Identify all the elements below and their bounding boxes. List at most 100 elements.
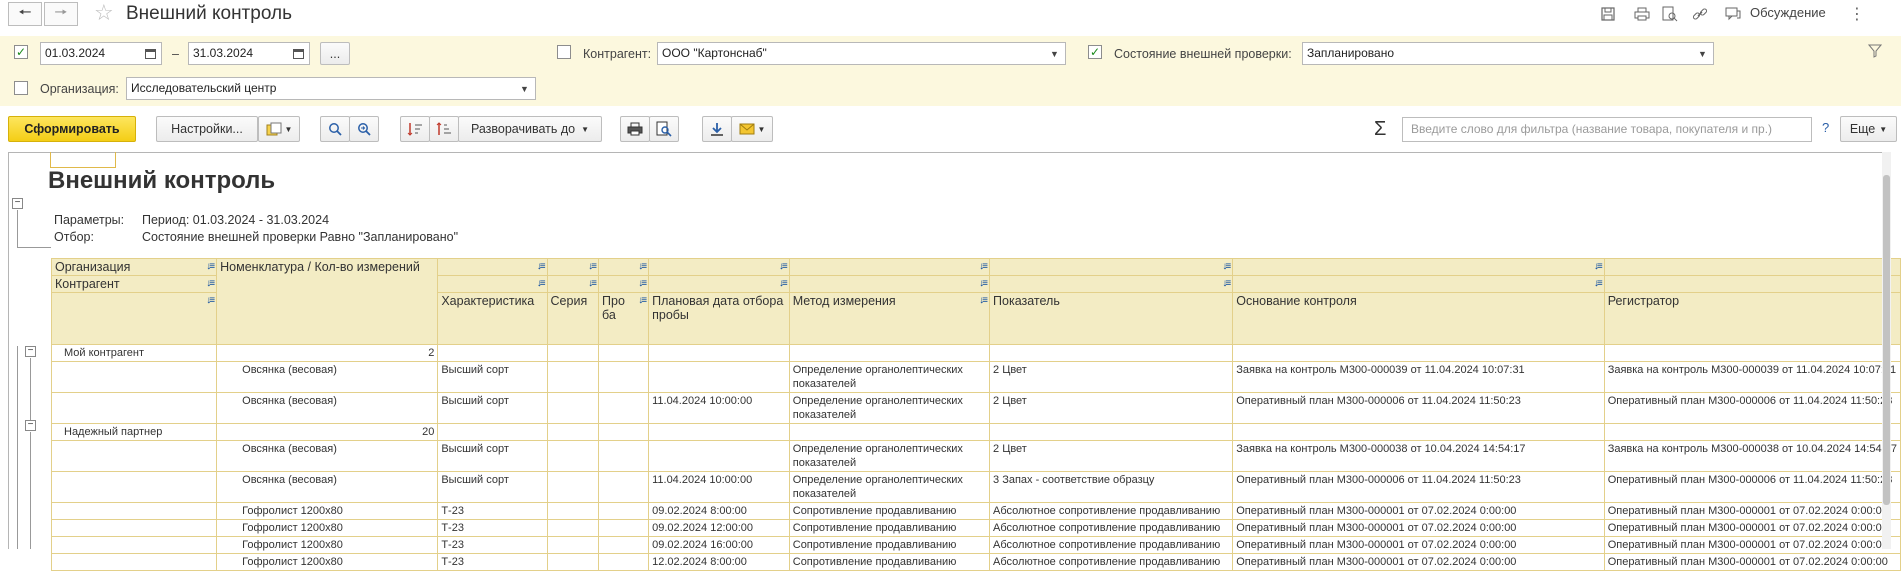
report-filter-input[interactable]: Введите слово для фильтра (название това… — [1402, 117, 1812, 142]
sort-asc-button[interactable] — [400, 116, 430, 142]
header-empty-cell: ↓≡ — [989, 275, 1234, 293]
period-from-field[interactable]: 01.03.2024 — [40, 42, 142, 65]
sort-icon: ↓≡ — [979, 278, 988, 289]
group-toggle[interactable]: − — [25, 420, 36, 431]
print-button[interactable] — [620, 116, 650, 142]
cell-characteristic: Т-23 — [437, 519, 548, 537]
inspection-state-checkbox[interactable]: ✓ — [1088, 45, 1102, 59]
help-icon[interactable]: ? — [1822, 120, 1829, 135]
more-button[interactable]: Еще ▼ — [1840, 116, 1897, 142]
contractor-checkbox[interactable] — [557, 45, 571, 59]
more-menu-icon[interactable]: ⋮ — [1847, 4, 1867, 24]
sort-desc-button[interactable] — [429, 116, 459, 142]
discussion-icon[interactable] — [1723, 4, 1743, 24]
cell-method: Сопротивление продавливанию — [788, 519, 991, 537]
header-contractor[interactable]: Контрагент ↓≡ — [50, 275, 218, 293]
header-empty-cell: ↓≡ — [989, 258, 1234, 276]
header-nomenclature[interactable]: Номенклатура / Кол-во измерений — [216, 258, 439, 345]
sum-icon[interactable]: Σ — [1374, 117, 1386, 141]
cell-nomenclature: Гофролист 1200х80 — [216, 553, 439, 571]
cell-basis: Оперативный план М300-000001 от 07.02.20… — [1232, 502, 1605, 520]
print-icon[interactable] — [1632, 4, 1652, 24]
favorite-star-icon[interactable]: ☆ — [94, 1, 114, 25]
variants-button[interactable]: ▼ — [258, 116, 300, 142]
print-preview-button[interactable] — [649, 116, 679, 142]
header-registrar[interactable]: Регистратор — [1603, 292, 1901, 345]
table-row[interactable]: Гофролист 1200х80 Т-23 12.02.2024 8:00:0… — [50, 553, 1901, 571]
group-row[interactable]: Мой контрагент 2 — [50, 344, 1901, 362]
header-method[interactable]: ↓≡ Метод измерения — [788, 292, 991, 345]
cell-planned-date: 09.02.2024 12:00:00 — [648, 519, 790, 537]
group-count: 20 — [216, 423, 439, 441]
send-email-button[interactable]: ▼ — [731, 116, 773, 142]
organization-dropdown-button[interactable]: ▼ — [514, 77, 536, 100]
cell-method: Сопротивление продавливанию — [788, 536, 991, 554]
forward-button[interactable]: 🠖 — [44, 2, 78, 26]
find-next-button[interactable] — [349, 116, 379, 142]
cell-indicator: Абсолютное сопротивление продавливанию — [989, 553, 1234, 571]
header-characteristic[interactable]: Характеристика — [437, 292, 548, 345]
group-name: Надежный партнер — [50, 423, 218, 441]
period-checkbox[interactable]: ✓ — [14, 45, 28, 59]
sort-icon: ↓≡ — [588, 278, 597, 289]
cell-characteristic: Высший сорт — [437, 361, 548, 393]
table-row[interactable]: Гофролист 1200х80 Т-23 09.02.2024 12:00:… — [50, 519, 1901, 537]
table-row[interactable]: Овсянка (весовая) Высший сорт Определени… — [50, 361, 1901, 393]
contractor-dropdown-button[interactable]: ▼ — [1044, 42, 1066, 65]
inspection-state-dropdown-button[interactable]: ▼ — [1692, 42, 1714, 65]
header-planned-date[interactable]: Плановая дата отбора пробы — [648, 292, 790, 345]
cell-basis: Оперативный план М300-000001 от 07.02.20… — [1232, 519, 1605, 537]
organization-checkbox[interactable] — [14, 81, 28, 95]
header-sample[interactable]: ↓≡ Про ба — [598, 292, 650, 345]
sort-icon: ↓≡ — [979, 261, 988, 272]
period-to-field[interactable]: 31.03.2024 — [188, 42, 290, 65]
period-from-calendar-button[interactable] — [140, 42, 162, 65]
header-empty-cell: ↓≡ — [648, 258, 790, 276]
sort-icon: ↓≡ — [536, 261, 546, 272]
chevron-down-icon: ▼ — [757, 124, 766, 134]
table-row[interactable]: Овсянка (весовая) Высший сорт 11.04.2024… — [50, 471, 1901, 503]
contractor-field[interactable]: ООО "Картонснаб" — [657, 42, 1045, 65]
search-next-icon — [358, 123, 371, 136]
save-icon[interactable] — [1598, 4, 1618, 24]
header-empty-cell: ↓≡ — [546, 275, 600, 293]
tree-line — [30, 358, 31, 420]
inspection-state-field[interactable]: Запланировано — [1302, 42, 1694, 65]
save-to-file-button[interactable] — [702, 116, 732, 142]
cell-registrar: Оперативный план М300-000001 от 07.02.20… — [1603, 553, 1901, 571]
find-button[interactable] — [320, 116, 350, 142]
cell-registrar: Оперативный план М300-000006 от 11.04.20… — [1603, 471, 1901, 503]
settings-button[interactable]: Настройки... — [156, 116, 258, 142]
cell-indicator: 3 Запах - соответствие образцу — [989, 471, 1234, 503]
table-row[interactable]: Гофролист 1200х80 Т-23 09.02.2024 8:00:0… — [50, 502, 1901, 520]
tree-line — [17, 210, 18, 248]
header-empty-cell: ↓≡ — [437, 275, 548, 293]
sort-icon: ↓≡ — [778, 261, 788, 272]
cell-registrar: Заявка на контроль М300-000039 от 11.04.… — [1603, 361, 1901, 393]
link-icon[interactable] — [1690, 4, 1710, 24]
filter-value: Состояние внешней проверки Равно "Заплан… — [142, 230, 459, 244]
table-row[interactable]: Овсянка (весовая) Высший сорт Определени… — [50, 440, 1901, 472]
back-button[interactable]: 🠔 — [8, 2, 42, 26]
preview-icon[interactable] — [1660, 4, 1680, 24]
period-to-calendar-button[interactable] — [288, 42, 310, 65]
expand-to-button[interactable]: Разворачивать до ▼ — [458, 116, 602, 142]
header-organization[interactable]: Организация ↓≡ — [50, 258, 218, 276]
collapse-header-toggle[interactable]: − — [12, 198, 23, 209]
scrollbar-thumb[interactable] — [1883, 175, 1890, 505]
chevron-down-icon: ▼ — [581, 124, 590, 134]
header-indicator[interactable]: Показатель — [989, 292, 1234, 345]
cell-nomenclature: Овсянка (весовая) — [216, 471, 439, 503]
filter-funnel-icon[interactable] — [1867, 44, 1883, 61]
generate-button[interactable]: Сформировать — [8, 116, 136, 142]
group-row[interactable]: Надежный партнер 20 — [50, 423, 1901, 441]
chevron-down-icon: ▼ — [1698, 48, 1707, 59]
table-row[interactable]: Гофролист 1200х80 Т-23 09.02.2024 16:00:… — [50, 536, 1901, 554]
header-basis[interactable]: Основание контроля — [1232, 292, 1605, 345]
header-series[interactable]: Серия — [546, 292, 600, 345]
organization-field[interactable]: Исследовательский центр — [126, 77, 518, 100]
discussion-label[interactable]: Обсуждение — [1750, 5, 1826, 20]
table-row[interactable]: Овсянка (весовая) Высший сорт 11.04.2024… — [50, 392, 1901, 424]
period-select-button[interactable]: ... — [320, 42, 350, 65]
group-toggle[interactable]: − — [25, 346, 36, 357]
